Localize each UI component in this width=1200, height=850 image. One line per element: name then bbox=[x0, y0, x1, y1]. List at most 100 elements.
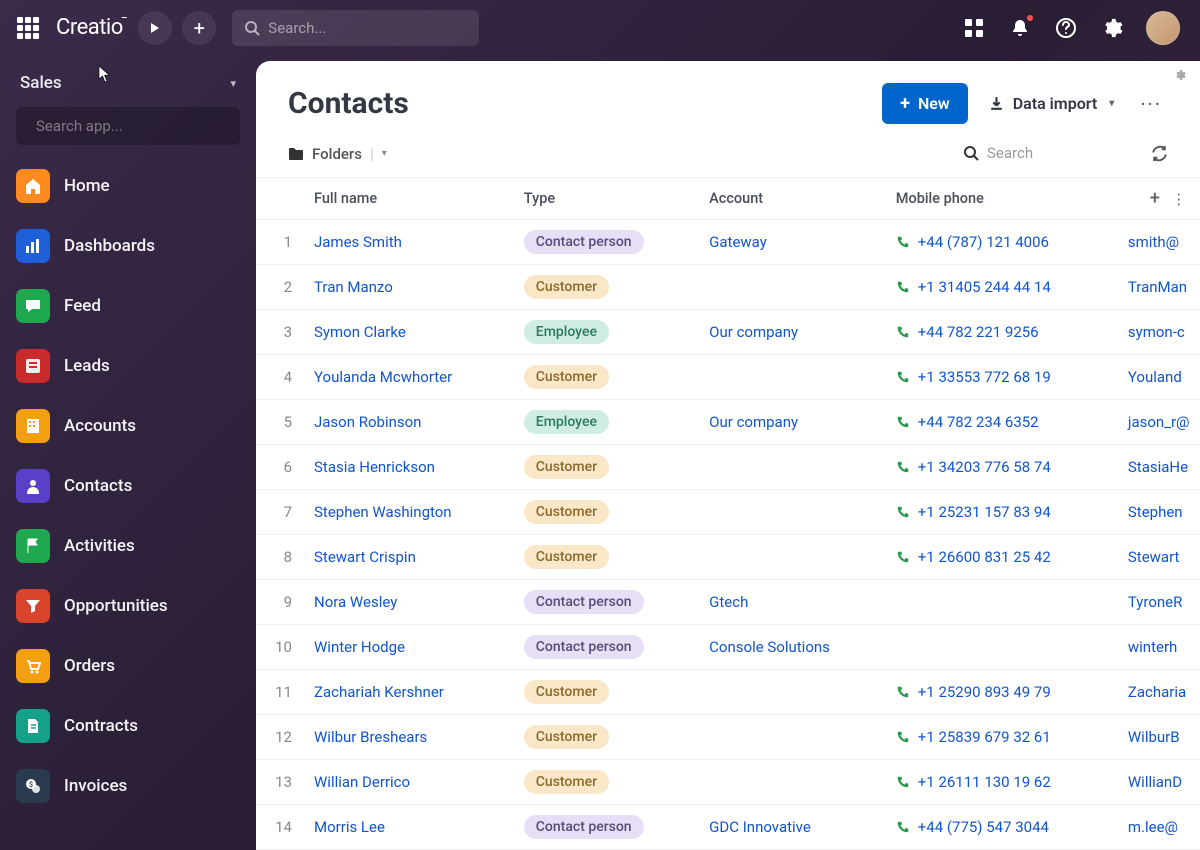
contact-name-link[interactable]: Morris Lee bbox=[314, 818, 385, 836]
phone-link[interactable]: +1 25290 893 49 79 bbox=[918, 683, 1051, 701]
refresh-button[interactable] bbox=[1151, 145, 1168, 162]
account-link[interactable]: Our company bbox=[709, 413, 798, 431]
sidebar-search[interactable] bbox=[16, 107, 240, 145]
col-account[interactable]: Account bbox=[699, 178, 886, 220]
email-link[interactable]: smith@ bbox=[1128, 233, 1179, 251]
table-row[interactable]: 10Winter HodgeContact personConsole Solu… bbox=[256, 625, 1200, 670]
user-avatar[interactable] bbox=[1146, 11, 1180, 45]
table-row[interactable]: 8Stewart CrispinCustomer+1 26600 831 25 … bbox=[256, 535, 1200, 580]
phone-link[interactable]: +44 782 234 6352 bbox=[918, 413, 1039, 431]
add-button[interactable]: + bbox=[182, 11, 216, 45]
email-link[interactable]: winterh bbox=[1128, 638, 1177, 656]
table-row[interactable]: 4Youlanda McwhorterCustomer+1 33553 772 … bbox=[256, 355, 1200, 400]
row-index: 10 bbox=[256, 625, 304, 670]
phone-link[interactable]: +44 (775) 547 3044 bbox=[918, 818, 1049, 836]
phone-link[interactable]: +1 26111 130 19 62 bbox=[918, 773, 1051, 791]
email-link[interactable]: StasiaHe bbox=[1128, 458, 1188, 476]
sidebar-item-home[interactable]: Home bbox=[16, 169, 240, 203]
sidebar-item-orders[interactable]: Orders bbox=[16, 649, 240, 683]
email-link[interactable]: Stephen bbox=[1128, 503, 1183, 521]
table-row[interactable]: 9Nora WesleyContact personGtechTyroneR bbox=[256, 580, 1200, 625]
notifications-button[interactable] bbox=[1008, 16, 1032, 40]
contact-name-link[interactable]: Symon Clarke bbox=[314, 323, 406, 341]
contact-name-link[interactable]: Winter Hodge bbox=[314, 638, 405, 656]
table-row[interactable]: 6Stasia HenricksonCustomer+1 34203 776 5… bbox=[256, 445, 1200, 490]
marketplace-button[interactable] bbox=[962, 16, 986, 40]
settings-button[interactable] bbox=[1100, 16, 1124, 40]
phone-link[interactable]: +44 (787) 121 4006 bbox=[918, 233, 1049, 251]
table-row[interactable]: 14Morris LeeContact personGDC Innovative… bbox=[256, 805, 1200, 850]
table-row[interactable]: 11Zachariah KershnerCustomer+1 25290 893… bbox=[256, 670, 1200, 715]
sidebar-item-activities[interactable]: Activities bbox=[16, 529, 240, 563]
email-link[interactable]: TyroneR bbox=[1128, 593, 1183, 611]
column-menu-button[interactable]: ⋮ bbox=[1168, 191, 1191, 208]
table-row[interactable]: 13Willian DerricoCustomer+1 26111 130 19… bbox=[256, 760, 1200, 805]
phone-link[interactable]: +1 34203 776 58 74 bbox=[918, 458, 1051, 476]
email-link[interactable]: Youland bbox=[1128, 368, 1182, 386]
data-import-button[interactable]: Data import ▾ bbox=[982, 84, 1121, 123]
col-type[interactable]: Type bbox=[514, 178, 699, 220]
email-link[interactable]: Zacharia bbox=[1128, 683, 1186, 701]
phone-link[interactable]: +1 25231 157 83 94 bbox=[918, 503, 1051, 521]
email-link[interactable]: m.lee@ bbox=[1128, 818, 1178, 836]
sidebar-item-contracts[interactable]: Contracts bbox=[16, 709, 240, 743]
account-link[interactable]: GDC Innovative bbox=[709, 818, 811, 836]
grid-search[interactable] bbox=[961, 140, 1129, 167]
new-button[interactable]: + New bbox=[882, 83, 968, 124]
help-button[interactable] bbox=[1054, 16, 1078, 40]
phone-link[interactable]: +1 31405 244 44 14 bbox=[918, 278, 1051, 296]
sidebar-item-accounts[interactable]: Accounts bbox=[16, 409, 240, 443]
sidebar-item-feed[interactable]: Feed bbox=[16, 289, 240, 323]
contact-name-link[interactable]: Stephen Washington bbox=[314, 503, 452, 521]
email-link[interactable]: TranMan bbox=[1128, 278, 1187, 296]
play-button[interactable] bbox=[138, 11, 172, 45]
account-link[interactable]: Gateway bbox=[709, 233, 767, 251]
contact-name-link[interactable]: Youlanda Mcwhorter bbox=[314, 368, 452, 386]
panel-settings-button[interactable] bbox=[1174, 69, 1186, 81]
contact-name-link[interactable]: Nora Wesley bbox=[314, 593, 397, 611]
sidebar-search-input[interactable] bbox=[36, 117, 235, 135]
phone-link[interactable]: +1 25839 679 32 61 bbox=[918, 728, 1051, 746]
sidebar-item-contacts[interactable]: Contacts bbox=[16, 469, 240, 503]
contact-name-link[interactable]: Tran Manzo bbox=[314, 278, 393, 296]
account-link[interactable]: Console Solutions bbox=[709, 638, 830, 656]
email-link[interactable]: Stewart bbox=[1128, 548, 1180, 566]
table-row[interactable]: 12Wilbur BreshearsCustomer+1 25839 679 3… bbox=[256, 715, 1200, 760]
folders-button[interactable]: Folders | ▾ bbox=[288, 145, 387, 163]
global-search[interactable] bbox=[232, 10, 479, 46]
col-full-name[interactable]: Full name bbox=[304, 178, 514, 220]
phone-link[interactable]: +44 782 221 9256 bbox=[918, 323, 1039, 341]
account-link[interactable]: Gtech bbox=[709, 593, 748, 611]
apps-grid-button[interactable] bbox=[14, 14, 42, 42]
contact-name-link[interactable]: Zachariah Kershner bbox=[314, 683, 444, 701]
phone-link[interactable]: +1 26600 831 25 42 bbox=[918, 548, 1051, 566]
col-mobile[interactable]: Mobile phone bbox=[886, 178, 1118, 220]
row-index: 7 bbox=[256, 490, 304, 535]
table-row[interactable]: 3Symon ClarkeEmployeeOur company+44 782 … bbox=[256, 310, 1200, 355]
contact-name-link[interactable]: Jason Robinson bbox=[314, 413, 421, 431]
add-column-button[interactable]: + bbox=[1146, 188, 1164, 209]
sidebar-item-leads[interactable]: Leads bbox=[16, 349, 240, 383]
global-search-input[interactable] bbox=[268, 19, 467, 37]
sidebar-item-invoices[interactable]: $Invoices bbox=[16, 769, 240, 803]
contact-name-link[interactable]: Wilbur Breshears bbox=[314, 728, 427, 746]
sidebar-item-opportunities[interactable]: Opportunities bbox=[16, 589, 240, 623]
email-link[interactable]: jason_r@ bbox=[1128, 413, 1190, 431]
contact-name-link[interactable]: Stewart Crispin bbox=[314, 548, 416, 566]
grid-search-input[interactable] bbox=[987, 144, 1127, 162]
module-selector[interactable]: Sales ▾ bbox=[16, 73, 240, 93]
contact-name-link[interactable]: James Smith bbox=[314, 233, 402, 251]
table-row[interactable]: 2Tran ManzoCustomer+1 31405 244 44 14Tra… bbox=[256, 265, 1200, 310]
table-row[interactable]: 7Stephen WashingtonCustomer+1 25231 157 … bbox=[256, 490, 1200, 535]
email-link[interactable]: WilburB bbox=[1128, 728, 1180, 746]
more-actions-button[interactable]: ··· bbox=[1134, 92, 1168, 116]
contact-name-link[interactable]: Stasia Henrickson bbox=[314, 458, 435, 476]
phone-link[interactable]: +1 33553 772 68 19 bbox=[918, 368, 1051, 386]
email-link[interactable]: symon-c bbox=[1128, 323, 1185, 341]
email-link[interactable]: WillianD bbox=[1128, 773, 1182, 791]
table-row[interactable]: 1James SmithContact personGateway+44 (78… bbox=[256, 220, 1200, 265]
table-row[interactable]: 5Jason RobinsonEmployeeOur company+44 78… bbox=[256, 400, 1200, 445]
sidebar-item-dashboards[interactable]: Dashboards bbox=[16, 229, 240, 263]
contact-name-link[interactable]: Willian Derrico bbox=[314, 773, 410, 791]
account-link[interactable]: Our company bbox=[709, 323, 798, 341]
